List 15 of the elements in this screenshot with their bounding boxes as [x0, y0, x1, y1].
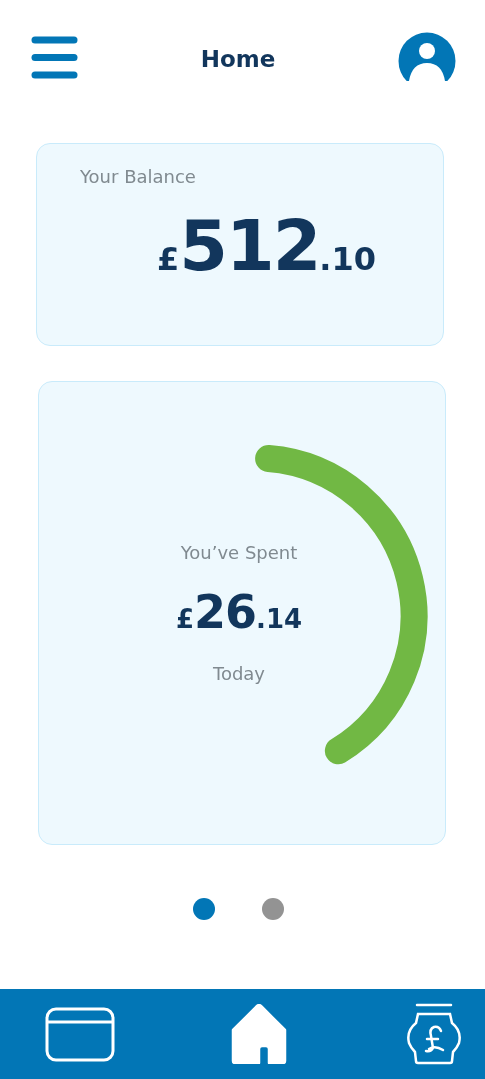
user-icon	[398, 31, 456, 84]
nav-tab[interactable]	[45, 1006, 115, 1062]
nav-tab[interactable]	[231, 1004, 287, 1064]
page-dot[interactable]	[193, 898, 215, 920]
page-dot[interactable]	[262, 898, 284, 920]
home-icon	[231, 1004, 287, 1064]
menu-icon	[31, 36, 78, 79]
balance-amount: £512.10	[155, 205, 377, 287]
card-icon	[45, 1006, 115, 1062]
spent-label: You’ve Spent	[180, 542, 298, 563]
balance-label: Your Balance	[80, 166, 196, 187]
spent-amount: £26.14	[175, 585, 303, 639]
page-title: Home	[200, 46, 276, 72]
period-label: Today	[212, 663, 266, 684]
menu-button[interactable]	[31, 36, 78, 82]
